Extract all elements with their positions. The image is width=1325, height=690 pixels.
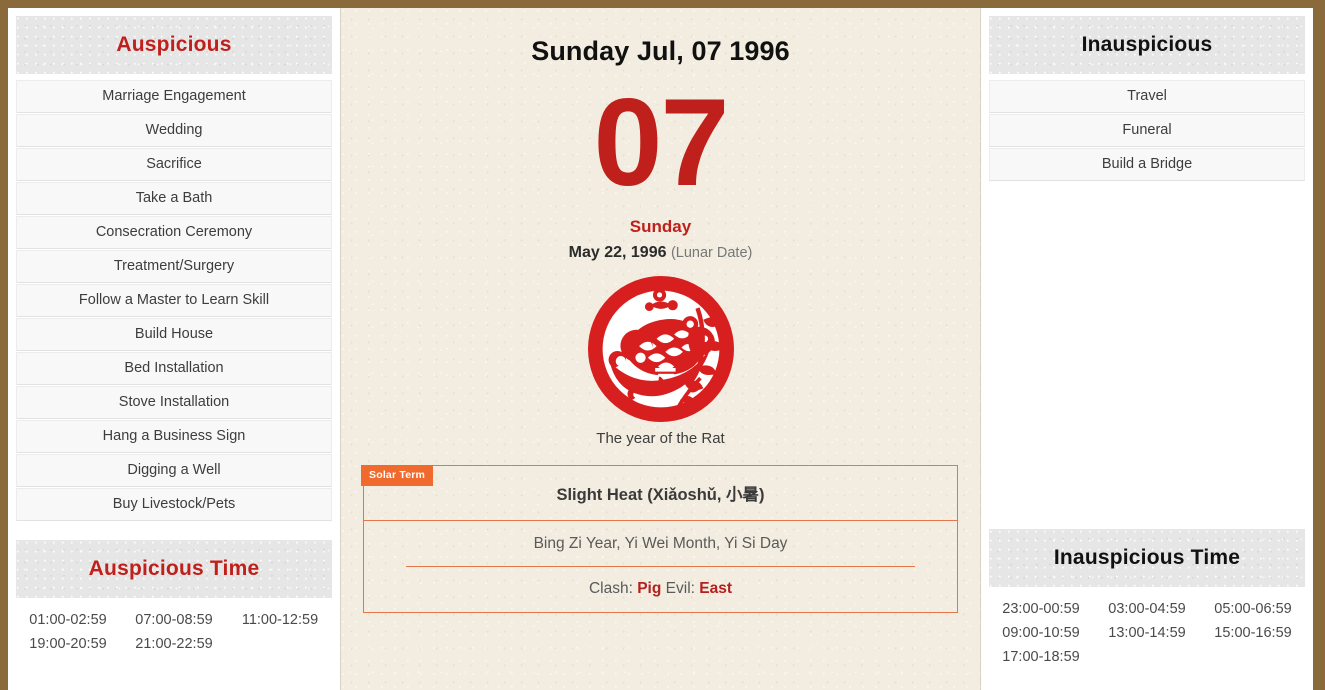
lunar-date-line: May 22, 1996 (Lunar Date): [361, 244, 960, 262]
list-item[interactable]: Follow a Master to Learn Skill: [16, 284, 332, 317]
list-item[interactable]: Build a Bridge: [989, 148, 1305, 181]
zodiac-rat-papercut-icon: [587, 275, 734, 422]
time-cell: 15:00-16:59: [1214, 625, 1292, 641]
list-item[interactable]: Stove Installation: [16, 386, 332, 419]
list-item[interactable]: Hang a Business Sign: [16, 420, 332, 453]
list-item[interactable]: Digging a Well: [16, 454, 332, 487]
evil-label: Evil:: [665, 579, 695, 597]
page-title: Sunday Jul, 07 1996: [531, 36, 790, 66]
evil-value: East: [699, 579, 733, 597]
time-cell: 21:00-22:59: [135, 636, 213, 652]
solar-term-name-box: Slight Heat (Xiǎoshǔ, 小暑): [363, 464, 958, 521]
list-item[interactable]: Funeral: [989, 114, 1305, 147]
auspicious-time-title: Auspicious Time: [88, 557, 260, 580]
clash-label: Clash:: [588, 579, 633, 597]
auspicious-list: Marriage Engagement Wedding Sacrifice Ta…: [16, 80, 332, 521]
auspicious-title: Auspicious: [116, 33, 232, 56]
ganzhi-text: Bing Zi Year, Yi Wei Month, Yi Si Day: [406, 535, 915, 567]
time-cell: 05:00-06:59: [1214, 601, 1292, 617]
auspicious-panel-header: Auspicious: [16, 16, 332, 74]
list-item[interactable]: Buy Livestock/Pets: [16, 488, 332, 521]
time-cell: 17:00-18:59: [1002, 649, 1080, 665]
ganzhi-box: Bing Zi Year, Yi Wei Month, Yi Si Day Cl…: [363, 520, 958, 613]
time-cell: 11:00-12:59: [241, 612, 319, 628]
calendar-page: Auspicious Marriage Engagement Wedding S…: [0, 0, 1325, 690]
list-item[interactable]: Bed Installation: [16, 352, 332, 385]
time-cell: 19:00-20:59: [29, 636, 107, 652]
list-item[interactable]: Take a Bath: [16, 182, 332, 215]
list-item[interactable]: Build House: [16, 318, 332, 351]
list-item[interactable]: Wedding: [16, 114, 332, 147]
clash-evil-line: Clash: Pig Evil: East: [388, 580, 933, 598]
clash-value: Pig: [637, 579, 662, 597]
zodiac-image: [361, 275, 960, 422]
list-item[interactable]: Consecration Ceremony: [16, 216, 332, 249]
status-badge: Solar Term: [361, 464, 434, 487]
inauspicious-time-title: Inauspicious Time: [1053, 546, 1241, 569]
weekday-label: Sunday: [629, 216, 692, 236]
list-item[interactable]: Treatment/Surgery: [16, 250, 332, 283]
list-item[interactable]: Travel: [989, 80, 1305, 113]
day-number: 07: [593, 74, 730, 212]
list-item[interactable]: Sacrifice: [16, 148, 332, 181]
solar-term-block: Solar Term Slight Heat (Xiǎoshǔ, 小暑) Bin…: [361, 464, 960, 613]
time-cell: 07:00-08:59: [135, 612, 213, 628]
inauspicious-panel-header: Inauspicious: [989, 16, 1305, 74]
inauspicious-time-panel-header: Inauspicious Time: [989, 529, 1305, 587]
auspicious-time-grid: 01:00-02:59 07:00-08:59 11:00-12:59 19:0…: [16, 612, 332, 652]
lunar-date-note: (Lunar Date): [670, 244, 753, 261]
solar-term-name: Slight Heat (Xiǎoshǔ, 小暑): [556, 485, 765, 504]
day-detail-panel: Sunday Jul, 07 1996 07 Sunday May 22, 19…: [340, 8, 981, 690]
inauspicious-title: Inauspicious: [1081, 33, 1213, 56]
time-cell: 03:00-04:59: [1108, 601, 1186, 617]
inauspicious-time-grid: 23:00-00:59 03:00-04:59 05:00-06:59 09:0…: [989, 601, 1305, 665]
auspicious-sidebar: Auspicious Marriage Engagement Wedding S…: [8, 8, 340, 690]
time-cell: 01:00-02:59: [29, 612, 107, 628]
zodiac-caption: The year of the Rat: [596, 429, 725, 447]
auspicious-time-panel-header: Auspicious Time: [16, 540, 332, 598]
lunar-date-value: May 22, 1996: [568, 243, 667, 261]
time-cell: 13:00-14:59: [1108, 625, 1186, 641]
inauspicious-sidebar: Inauspicious Travel Funeral Build a Brid…: [981, 8, 1313, 690]
time-cell: 23:00-00:59: [1002, 601, 1080, 617]
time-cell: 09:00-10:59: [1002, 625, 1080, 641]
inauspicious-list: Travel Funeral Build a Bridge: [989, 80, 1305, 181]
list-item[interactable]: Marriage Engagement: [16, 80, 332, 113]
